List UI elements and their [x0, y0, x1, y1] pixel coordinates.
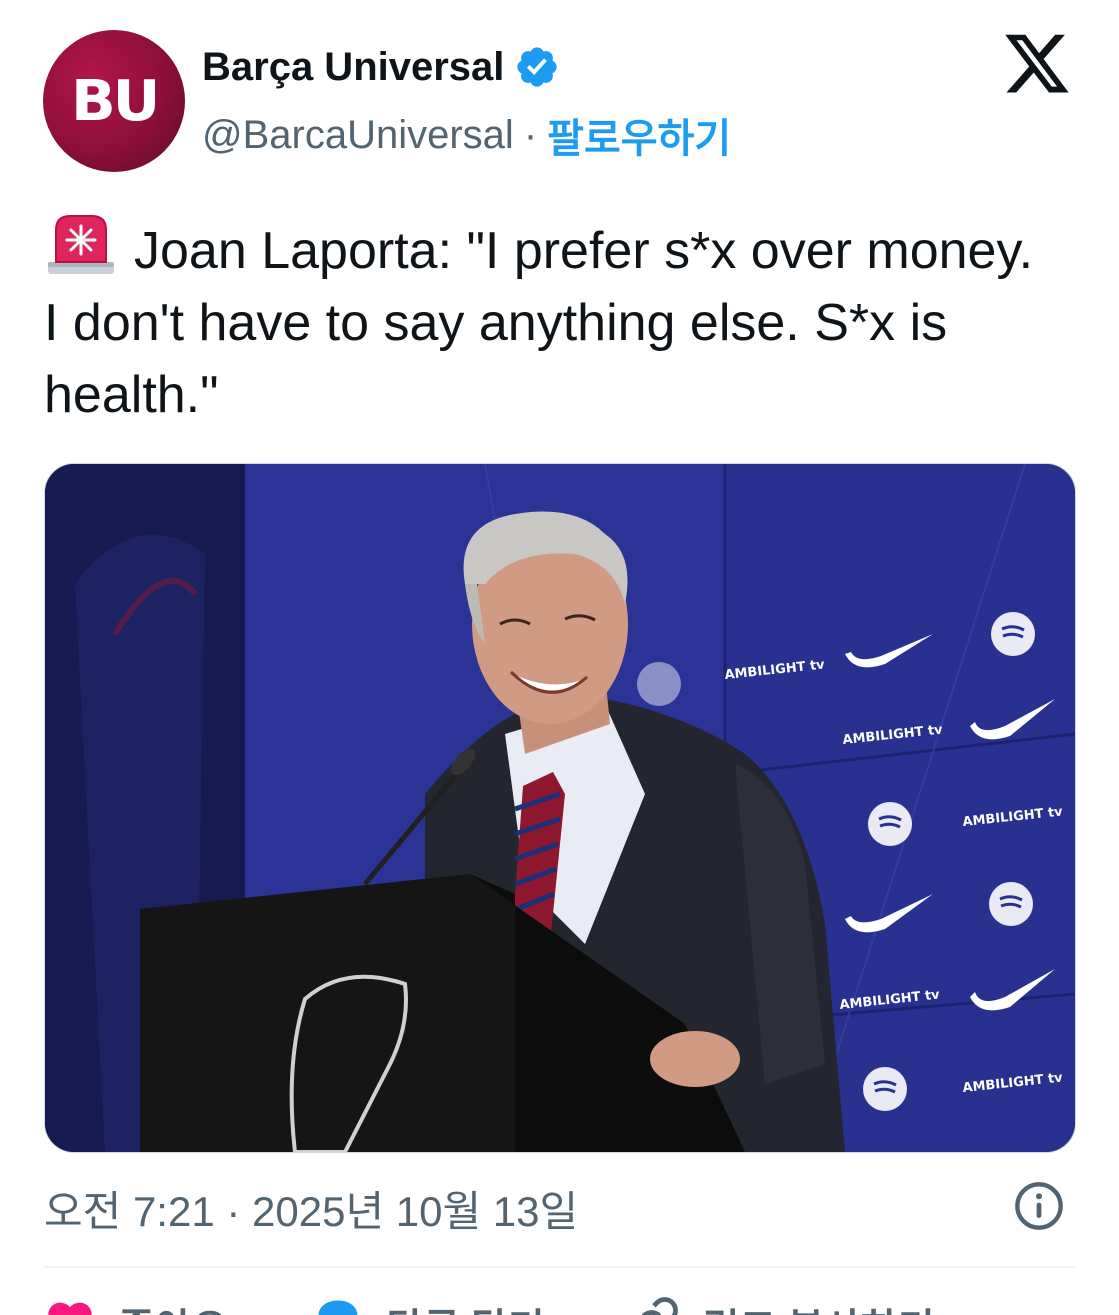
verified-badge-icon: [517, 47, 558, 87]
tweet-body-text: Joan Laporta: "I prefer s*x over money. …: [44, 222, 1034, 424]
reply-label: 답글 달기: [386, 1296, 544, 1315]
author-handle[interactable]: @BarcaUniversal: [202, 113, 514, 158]
link-icon: [641, 1297, 678, 1315]
action-bar: 좋아요 답글 달기 링크 복사하기: [44, 1296, 1074, 1315]
like-label: 좋아요: [118, 1296, 228, 1315]
reply-button[interactable]: 답글 달기: [312, 1296, 545, 1315]
info-icon[interactable]: [1013, 1180, 1065, 1232]
copy-link-button[interactable]: 링크 복사하기: [629, 1296, 935, 1315]
follow-button[interactable]: 팔로우하기: [547, 106, 731, 164]
tweet-card: BU Barça Universal @BarcaUniversal · 팔로우…: [0, 0, 1119, 1315]
like-button[interactable]: 좋아요: [44, 1296, 228, 1315]
copy-link-label: 링크 복사하기: [703, 1296, 935, 1315]
heart-icon: [48, 1302, 92, 1315]
tweet-text: Joan Laporta: "I prefer s*x over money. …: [44, 212, 1054, 431]
avatar-logo-text: BU: [70, 68, 160, 134]
author-avatar[interactable]: BU: [43, 30, 185, 172]
reply-bubble-icon: [318, 1300, 358, 1315]
footer-divider: [44, 1266, 1075, 1268]
author-name-row[interactable]: Barça Universal: [202, 44, 560, 90]
tweet-photo[interactable]: AMBILIGHT tv AMBILIGHT tv AMBILIGHT tv A…: [44, 463, 1076, 1153]
photo-scene: AMBILIGHT tv AMBILIGHT tv AMBILIGHT tv A…: [45, 464, 1075, 1152]
police-siren-icon: [48, 215, 114, 274]
author-name[interactable]: Barça Universal: [202, 45, 504, 90]
author-handle-row: @BarcaUniversal · 팔로우하기: [202, 106, 731, 164]
x-logo-icon[interactable]: [1005, 34, 1071, 96]
tweet-timestamp[interactable]: 오전 7:21 · 2025년 10월 13일: [44, 1178, 578, 1239]
separator-dot: ·: [523, 112, 538, 157]
